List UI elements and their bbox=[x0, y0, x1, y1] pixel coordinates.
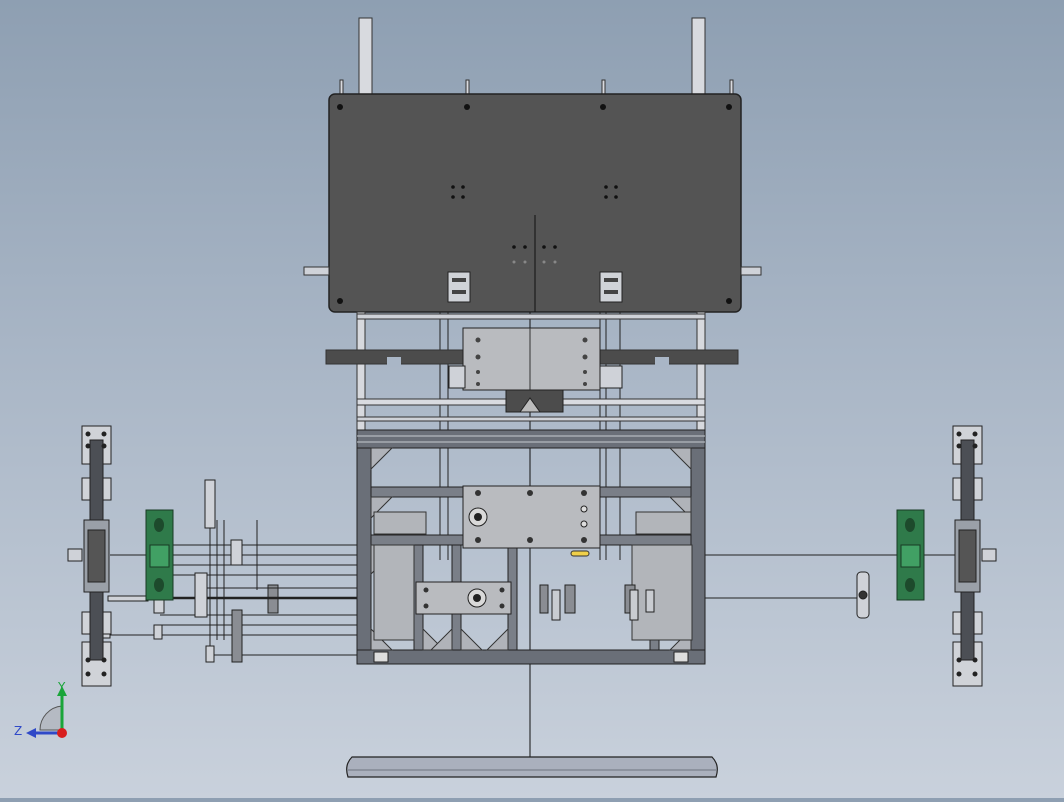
triad-z-label: Z bbox=[14, 724, 22, 738]
cad-viewport[interactable]: Y Z bbox=[0, 0, 1064, 798]
top-guide-posts bbox=[339, 17, 734, 97]
triad-y-label: Y bbox=[57, 680, 66, 694]
left-wheel-assembly bbox=[67, 425, 112, 687]
right-wheel-assembly bbox=[952, 425, 997, 687]
right-bearing-bracket bbox=[856, 571, 870, 619]
assembly-drawing: Y Z bbox=[14, 17, 997, 778]
base-plate bbox=[346, 756, 718, 778]
orientation-triad: Y Z bbox=[14, 680, 67, 738]
top-plate bbox=[303, 93, 762, 313]
motor-plate bbox=[462, 485, 601, 557]
